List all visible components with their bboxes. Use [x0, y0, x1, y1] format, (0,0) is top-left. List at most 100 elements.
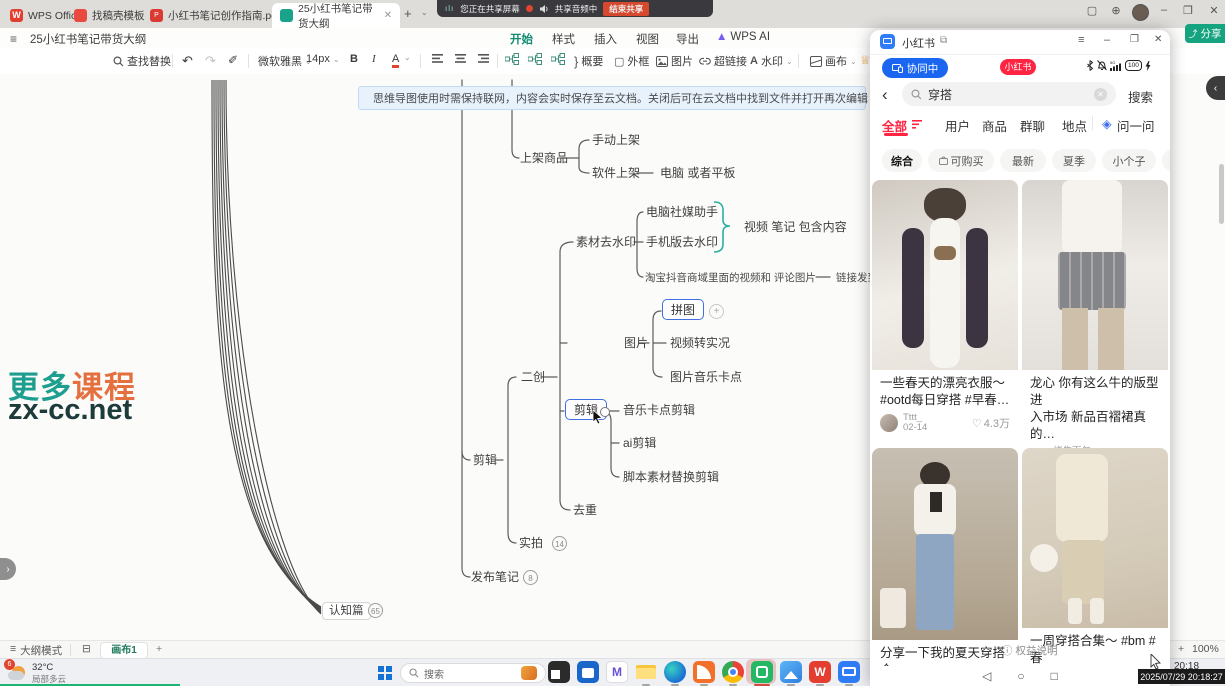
tab-groups[interactable]: 群聊 [1020, 116, 1045, 135]
outline-mode-button[interactable]: ≡ 大纲模式 [10, 643, 62, 658]
insert-parent-icon[interactable] [551, 53, 565, 65]
menu-icon[interactable]: ≡ [1078, 34, 1084, 46]
bold-button[interactable]: B [350, 53, 358, 65]
node-remove-watermark[interactable]: 素材去水印 [576, 234, 636, 250]
taskbar-icon-orange-app[interactable] [693, 661, 715, 683]
menu-view[interactable]: 视图 [636, 31, 659, 47]
avatar[interactable] [1132, 4, 1149, 21]
node-video-to-live[interactable]: 视频转实况 [670, 335, 730, 351]
tab-places[interactable]: 地点 [1062, 116, 1087, 135]
collapsed-count-badge[interactable]: 14 [552, 536, 567, 551]
chip-newest[interactable]: 最新 [1000, 149, 1046, 172]
taskbar-icon-store[interactable] [577, 661, 599, 683]
tab-mindmap-doc[interactable]: 25小红书笔记带货大纲 ✕ [272, 3, 400, 28]
tab-ask[interactable]: 问一问 [1117, 116, 1155, 135]
node-cognition[interactable]: 认知篇 [322, 602, 371, 620]
stop-sharing-button[interactable]: 结束共享 [603, 2, 649, 16]
format-painter-icon[interactable]: ✐ [228, 53, 238, 67]
rights-info[interactable]: ⓘ 权益说明 [1002, 643, 1058, 658]
nav-recents-icon[interactable]: □ [1051, 669, 1058, 683]
hamburger-icon[interactable]: ≡ [10, 32, 17, 46]
taskbar-icon-photos[interactable] [780, 661, 802, 683]
avatar[interactable] [880, 414, 898, 432]
restore-icon[interactable]: ❐ [1130, 34, 1139, 45]
layout-icon[interactable]: ▢ [1084, 4, 1100, 17]
taskbar-icon-collab[interactable] [838, 661, 860, 683]
menu-export[interactable]: 导出 [676, 31, 699, 47]
find-replace-button[interactable]: 查找替换 [113, 53, 171, 69]
canvas-tab[interactable]: 画布1 [100, 642, 148, 659]
align-center-icon[interactable] [455, 53, 468, 64]
multi-window-icon[interactable]: ⧉ [940, 35, 947, 46]
watermark-button[interactable]: A 水印⌄ [750, 53, 793, 69]
minimize-icon[interactable]: – [1156, 4, 1172, 16]
taskbar-icon-chrome[interactable] [722, 661, 744, 683]
clear-search-icon[interactable]: ✕ [1094, 88, 1107, 101]
align-right-icon[interactable] [478, 53, 491, 64]
collab-status-pill[interactable]: 协同中 [882, 58, 948, 78]
taskbar-icon-file-explorer[interactable] [635, 661, 657, 683]
menu-insert[interactable]: 插入 [594, 31, 617, 47]
chip-petite[interactable]: 小个子 [1102, 149, 1156, 172]
node-mobile-watermark[interactable]: 手机版去水印 [646, 234, 718, 250]
search-button[interactable]: 搜索 [1128, 87, 1153, 106]
node-software-listing[interactable]: 软件上架 [592, 165, 640, 181]
add-canvas-button[interactable]: + [156, 643, 162, 655]
add-node-button[interactable]: + [709, 304, 724, 319]
collapsed-count-badge[interactable]: 65 [368, 603, 383, 618]
node-publish-note[interactable]: 发布笔记 [471, 569, 519, 585]
nav-home-icon[interactable]: ○ [1017, 669, 1024, 683]
minimize-icon[interactable]: – [1104, 34, 1110, 46]
align-left-icon[interactable] [432, 53, 445, 64]
undo-icon[interactable]: ↶ [182, 53, 193, 69]
xhs-search-input[interactable]: 穿搭 ✕ [902, 82, 1116, 106]
chip-summer[interactable]: 夏季 [1052, 149, 1096, 172]
node-manual-listing[interactable]: 手动上架 [592, 132, 640, 148]
share-button[interactable]: ⤴ 分享 [1185, 24, 1225, 43]
vertical-scrollbar[interactable] [1219, 164, 1224, 224]
hyperlink-button[interactable]: 超链接 [699, 53, 747, 69]
node-real-shoot[interactable]: 实拍 [519, 535, 543, 551]
tab-goods[interactable]: 商品 [982, 116, 1007, 135]
taskbar-icon-task-view[interactable] [548, 661, 570, 683]
insert-subtopic-icon[interactable] [528, 53, 542, 65]
node-music-beat-edit[interactable]: 音乐卡点剪辑 [623, 402, 695, 418]
font-size-select[interactable]: 14px⌄ [306, 53, 340, 65]
close-tab-icon[interactable]: ✕ [384, 10, 392, 21]
image-button[interactable]: 图片 [656, 53, 693, 69]
node-ai-edit[interactable]: ai剪辑 [623, 435, 656, 451]
note-card[interactable]: 一些春天的漂亮衣服～#ootd每日穿搭 #早春… Tttt_02-14 ♡4.3… [872, 180, 1018, 437]
node-image[interactable]: 图片 [624, 335, 648, 351]
chip-korean-style[interactable]: 韩里韩气 [1162, 149, 1170, 172]
tab-list-chevron-icon[interactable]: ⌄ [421, 8, 428, 17]
globe-icon[interactable]: ⊕ [1108, 4, 1124, 17]
chip-purchasable[interactable]: 可购买 [928, 149, 994, 172]
node-dedupe[interactable]: 去重 [573, 502, 597, 518]
font-name-select[interactable]: 微软雅黑⌄ [258, 53, 312, 69]
back-icon[interactable]: ‹ [882, 85, 888, 105]
taskbar-icon-mirror-green[interactable] [751, 661, 773, 683]
close-icon[interactable]: ✕ [1154, 34, 1162, 45]
new-tab-button[interactable]: + [404, 6, 412, 21]
chevron-down-icon[interactable]: ⌄ [404, 53, 411, 62]
pages-icon[interactable]: ⊟ [82, 643, 91, 655]
summary-label[interactable]: 视频 笔记 包含内容 [744, 219, 847, 235]
note-card[interactable]: 龙心 你有这么牛的版型进入市场 新品百褶裙真的… 烤焦面包07-08 ♡2.8万 [1022, 180, 1168, 471]
search-input[interactable]: 搜索 [400, 663, 546, 683]
taskbar-icon-m-app[interactable]: M [606, 661, 628, 683]
filter-icon[interactable] [912, 120, 923, 129]
restore-icon[interactable]: ❐ [1180, 4, 1196, 17]
insert-topic-icon[interactable] [505, 53, 519, 65]
taskbar-icon-edge[interactable] [664, 661, 686, 683]
nav-back-icon[interactable]: ◁ [982, 669, 991, 683]
node-pc-social-helper[interactable]: 电脑社媒助手 [646, 204, 718, 220]
chip-comprehensive[interactable]: 综合 [882, 149, 922, 172]
weather-temp[interactable]: 32°C [32, 662, 53, 673]
zoom-in-button[interactable]: + [1178, 643, 1184, 655]
menu-wps-ai[interactable]: ▲ WPS AI [716, 31, 770, 43]
node-list-product[interactable]: 上架商品 [520, 150, 568, 166]
node-image-music-beat[interactable]: 图片音乐卡点 [670, 369, 742, 385]
node-collage-selected[interactable]: 拼图 [662, 299, 704, 320]
tab-template-app[interactable]: 找稿壳模板 [66, 3, 153, 28]
note-card[interactable]: 分享一下我的夏天穿搭合 [872, 448, 1018, 679]
